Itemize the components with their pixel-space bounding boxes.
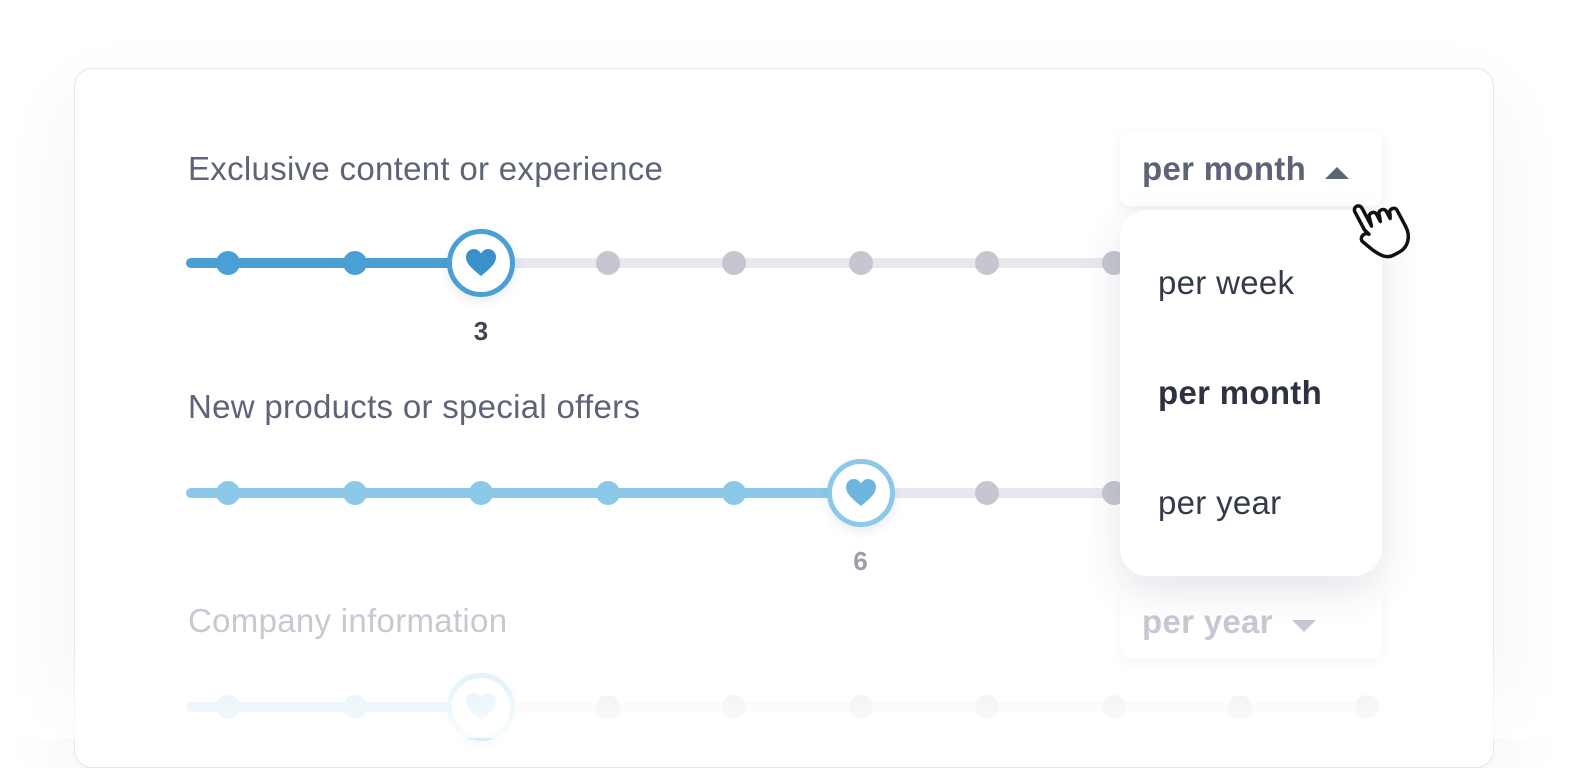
dropdown-option-per-month[interactable]: per month xyxy=(1158,374,1322,412)
slider-step-dot[interactable] xyxy=(848,695,873,719)
unit-select-label: per month xyxy=(1142,150,1307,187)
unit-dropdown-menu: per week per month per year xyxy=(1120,210,1382,576)
slider-step-dot[interactable] xyxy=(1228,695,1252,719)
slider-thumb[interactable] xyxy=(447,673,515,741)
slider-step-dot[interactable] xyxy=(342,481,367,505)
slider-step-dot[interactable] xyxy=(975,695,999,719)
slider-step-dot[interactable] xyxy=(342,251,367,275)
slider-step-dot[interactable] xyxy=(975,251,999,275)
row-label-new-products: New products or special offers xyxy=(188,388,641,425)
frequency-slider-company-information[interactable] xyxy=(186,673,1379,741)
slider-step-dot[interactable] xyxy=(595,695,620,719)
slider-step-dot[interactable] xyxy=(342,695,367,719)
slider-step-dot[interactable] xyxy=(1101,695,1126,719)
slider-step-dot[interactable] xyxy=(595,251,620,275)
slider-step-dot[interactable] xyxy=(216,695,240,719)
slider-thumb[interactable] xyxy=(447,229,515,297)
slider-value-exclusive-content: 3 xyxy=(473,316,489,346)
slider-step-dot[interactable] xyxy=(975,481,999,505)
slider-step-dot[interactable] xyxy=(216,251,240,275)
slider-fill xyxy=(186,488,861,498)
unit-select-company-information[interactable]: per year xyxy=(1120,586,1382,658)
slider-step-dot[interactable] xyxy=(216,481,240,505)
slider-thumb[interactable] xyxy=(826,459,895,527)
unit-select-label: per year xyxy=(1142,603,1273,640)
slider-step-dot[interactable] xyxy=(469,481,493,505)
slider-step-dot[interactable] xyxy=(722,695,746,719)
slider-step-dot[interactable] xyxy=(848,251,873,275)
heart-icon xyxy=(466,693,496,720)
unit-select-exclusive-content[interactable]: per month xyxy=(1120,132,1382,206)
caret-up-icon xyxy=(1324,150,1350,188)
slider-step-dot[interactable] xyxy=(722,251,746,275)
heart-icon xyxy=(845,479,876,506)
caret-down-icon xyxy=(1291,603,1317,641)
slider-step-dot[interactable] xyxy=(595,481,620,505)
dropdown-option-per-year[interactable]: per year xyxy=(1158,484,1281,522)
slider-value-new-products: 6 xyxy=(853,546,868,576)
slider-step-dot[interactable] xyxy=(722,481,746,505)
dropdown-option-per-week[interactable]: per week xyxy=(1158,264,1294,302)
hand-pointer-icon xyxy=(1346,190,1420,267)
row-label-exclusive-content: Exclusive content or experience xyxy=(188,150,664,187)
row-label-company-information: Company information xyxy=(188,602,508,639)
heart-icon xyxy=(466,249,496,276)
slider-step-dot[interactable] xyxy=(1354,695,1379,719)
